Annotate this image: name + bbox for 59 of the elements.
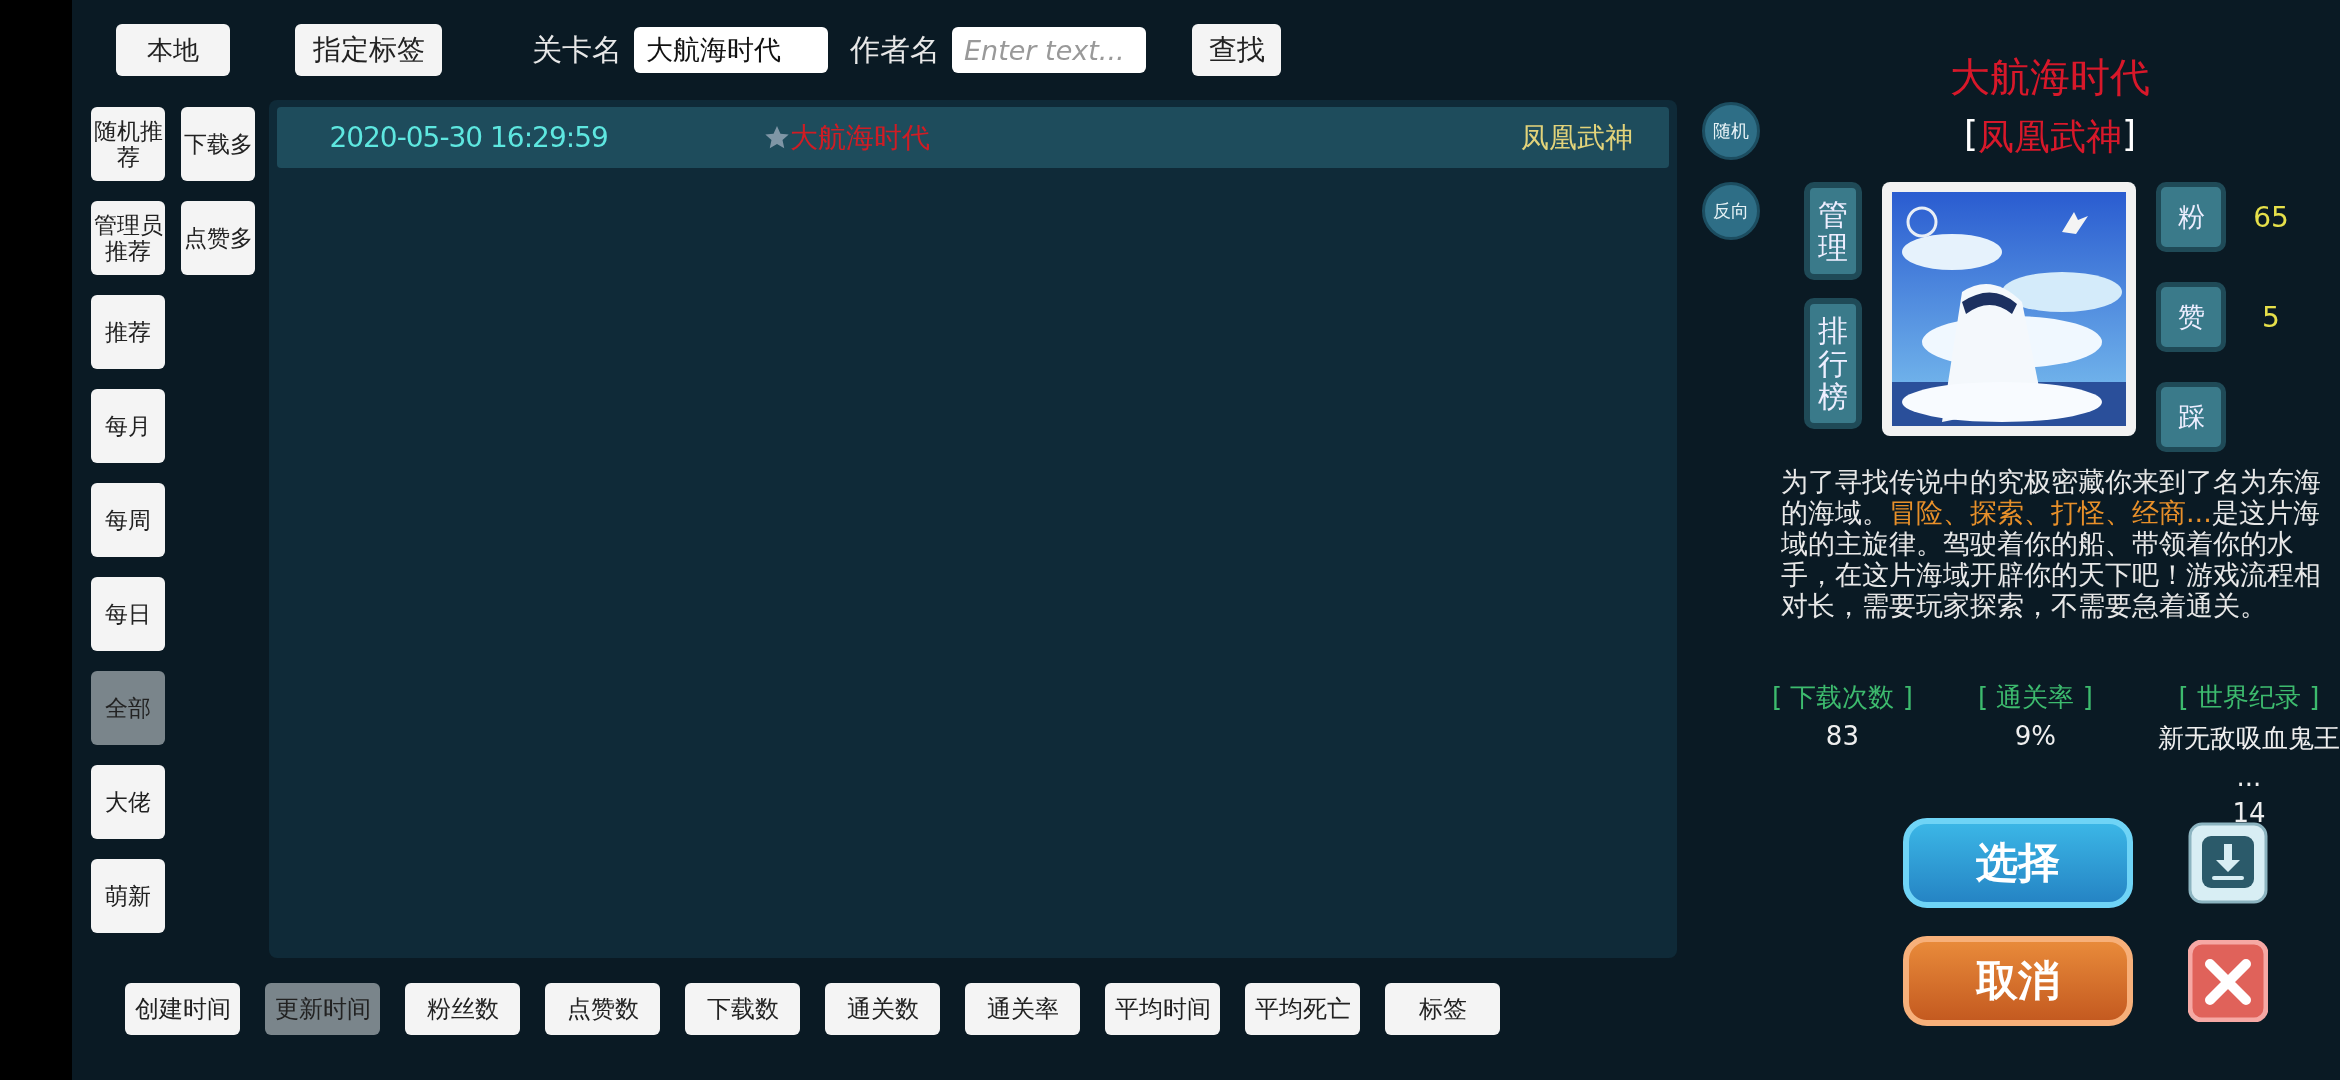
filter-button[interactable]: 每月 [91, 389, 165, 463]
stat-label: [ 下载次数 ] [1772, 681, 1913, 714]
stat-label: [ 世界纪录 ] [2178, 681, 2320, 714]
author-name: 凤凰武神 [1978, 115, 2122, 159]
counter-value: 5 [2261, 300, 2281, 334]
close-button[interactable] [2187, 940, 2268, 1022]
sort-button[interactable]: 更新时间 [265, 983, 380, 1035]
level-title-heading: 大航海时代 [1950, 53, 2150, 102]
tag-button[interactable]: 指定标签 [295, 24, 442, 76]
filter-button[interactable]: 随机推荐 [91, 107, 165, 181]
sort-button[interactable]: 通关率 [965, 983, 1080, 1035]
side-button[interactable]: 管理 [1804, 182, 1862, 280]
order-button[interactable]: 反向 [1702, 182, 1760, 240]
close-icon [2187, 940, 2268, 1022]
level-name-label: 关卡名 [532, 30, 622, 69]
filter-button[interactable]: 大佬 [91, 765, 165, 839]
local-button[interactable]: 本地 [116, 24, 230, 76]
sort-button[interactable]: 粉丝数 [405, 983, 520, 1035]
stat-value: 14 [2232, 798, 2266, 828]
bracket: [ [1963, 113, 1978, 156]
stat-value: 新无敌吸血鬼王 [2158, 722, 2340, 755]
level-author: 凤凰武神 [1520, 119, 1633, 156]
filter-button[interactable]: 每日 [91, 577, 165, 651]
star-icon [763, 124, 790, 151]
level-name-field[interactable]: 大航海时代 [634, 27, 828, 73]
download-icon [2187, 822, 2268, 904]
sort-button[interactable]: 平均时间 [1105, 983, 1220, 1035]
sort-button[interactable]: 点赞数 [545, 983, 660, 1035]
sort-button[interactable]: 创建时间 [125, 983, 240, 1035]
stat-value: ... [2236, 762, 2262, 792]
sort-button[interactable]: 通关数 [825, 983, 940, 1035]
filter-button[interactable]: 每周 [91, 483, 165, 557]
sort-button[interactable]: 下载数 [685, 983, 800, 1035]
filter-button[interactable]: 全部 [91, 671, 165, 745]
level-title: 大航海时代 [789, 119, 930, 156]
filter-button[interactable]: 推荐 [91, 295, 165, 369]
level-row[interactable]: 2020-05-30 16:29:59 大航海时代 凤凰武神 [277, 107, 1669, 168]
filter-button[interactable]: 点赞多 [181, 201, 255, 275]
counter-value: 65 [2252, 200, 2290, 234]
author-name-field[interactable]: Enter text... [952, 27, 1146, 73]
filter-button[interactable]: 管理员推荐 [91, 201, 165, 275]
counter-button[interactable]: 赞 [2156, 282, 2226, 352]
bracket: ] [2122, 113, 2137, 156]
side-button[interactable]: 排行榜 [1804, 298, 1862, 429]
sort-button[interactable]: 标签 [1385, 983, 1500, 1035]
filter-button[interactable]: 萌新 [91, 859, 165, 933]
stat-label: [ 通关率 ] [1978, 681, 2093, 714]
search-button[interactable]: 查找 [1192, 24, 1281, 76]
counter-button[interactable]: 粉 [2156, 182, 2226, 252]
level-date: 2020-05-30 16:29:59 [329, 121, 609, 154]
download-button[interactable] [2187, 822, 2268, 904]
level-description: 为了寻找传说中的究极密藏你来到了名为东海的海域。冒险、探索、打怪、经商...是这片海域的主旋律。驾驶着你的船、带领着你的水手，在这片海域开辟你的天下吧！游戏流程相对长，需要玩家探索，不需要急着通关。 [1781, 466, 2322, 621]
stat-value: 83 [1825, 721, 1859, 751]
filter-button[interactable]: 下载多 [181, 107, 255, 181]
sort-button[interactable]: 平均死亡 [1245, 983, 1360, 1035]
order-button[interactable]: 随机 [1702, 102, 1760, 160]
counter-button[interactable]: 踩 [2156, 382, 2226, 452]
author-name-label: 作者名 [850, 30, 940, 69]
stat-value: 9% [2014, 721, 2057, 751]
